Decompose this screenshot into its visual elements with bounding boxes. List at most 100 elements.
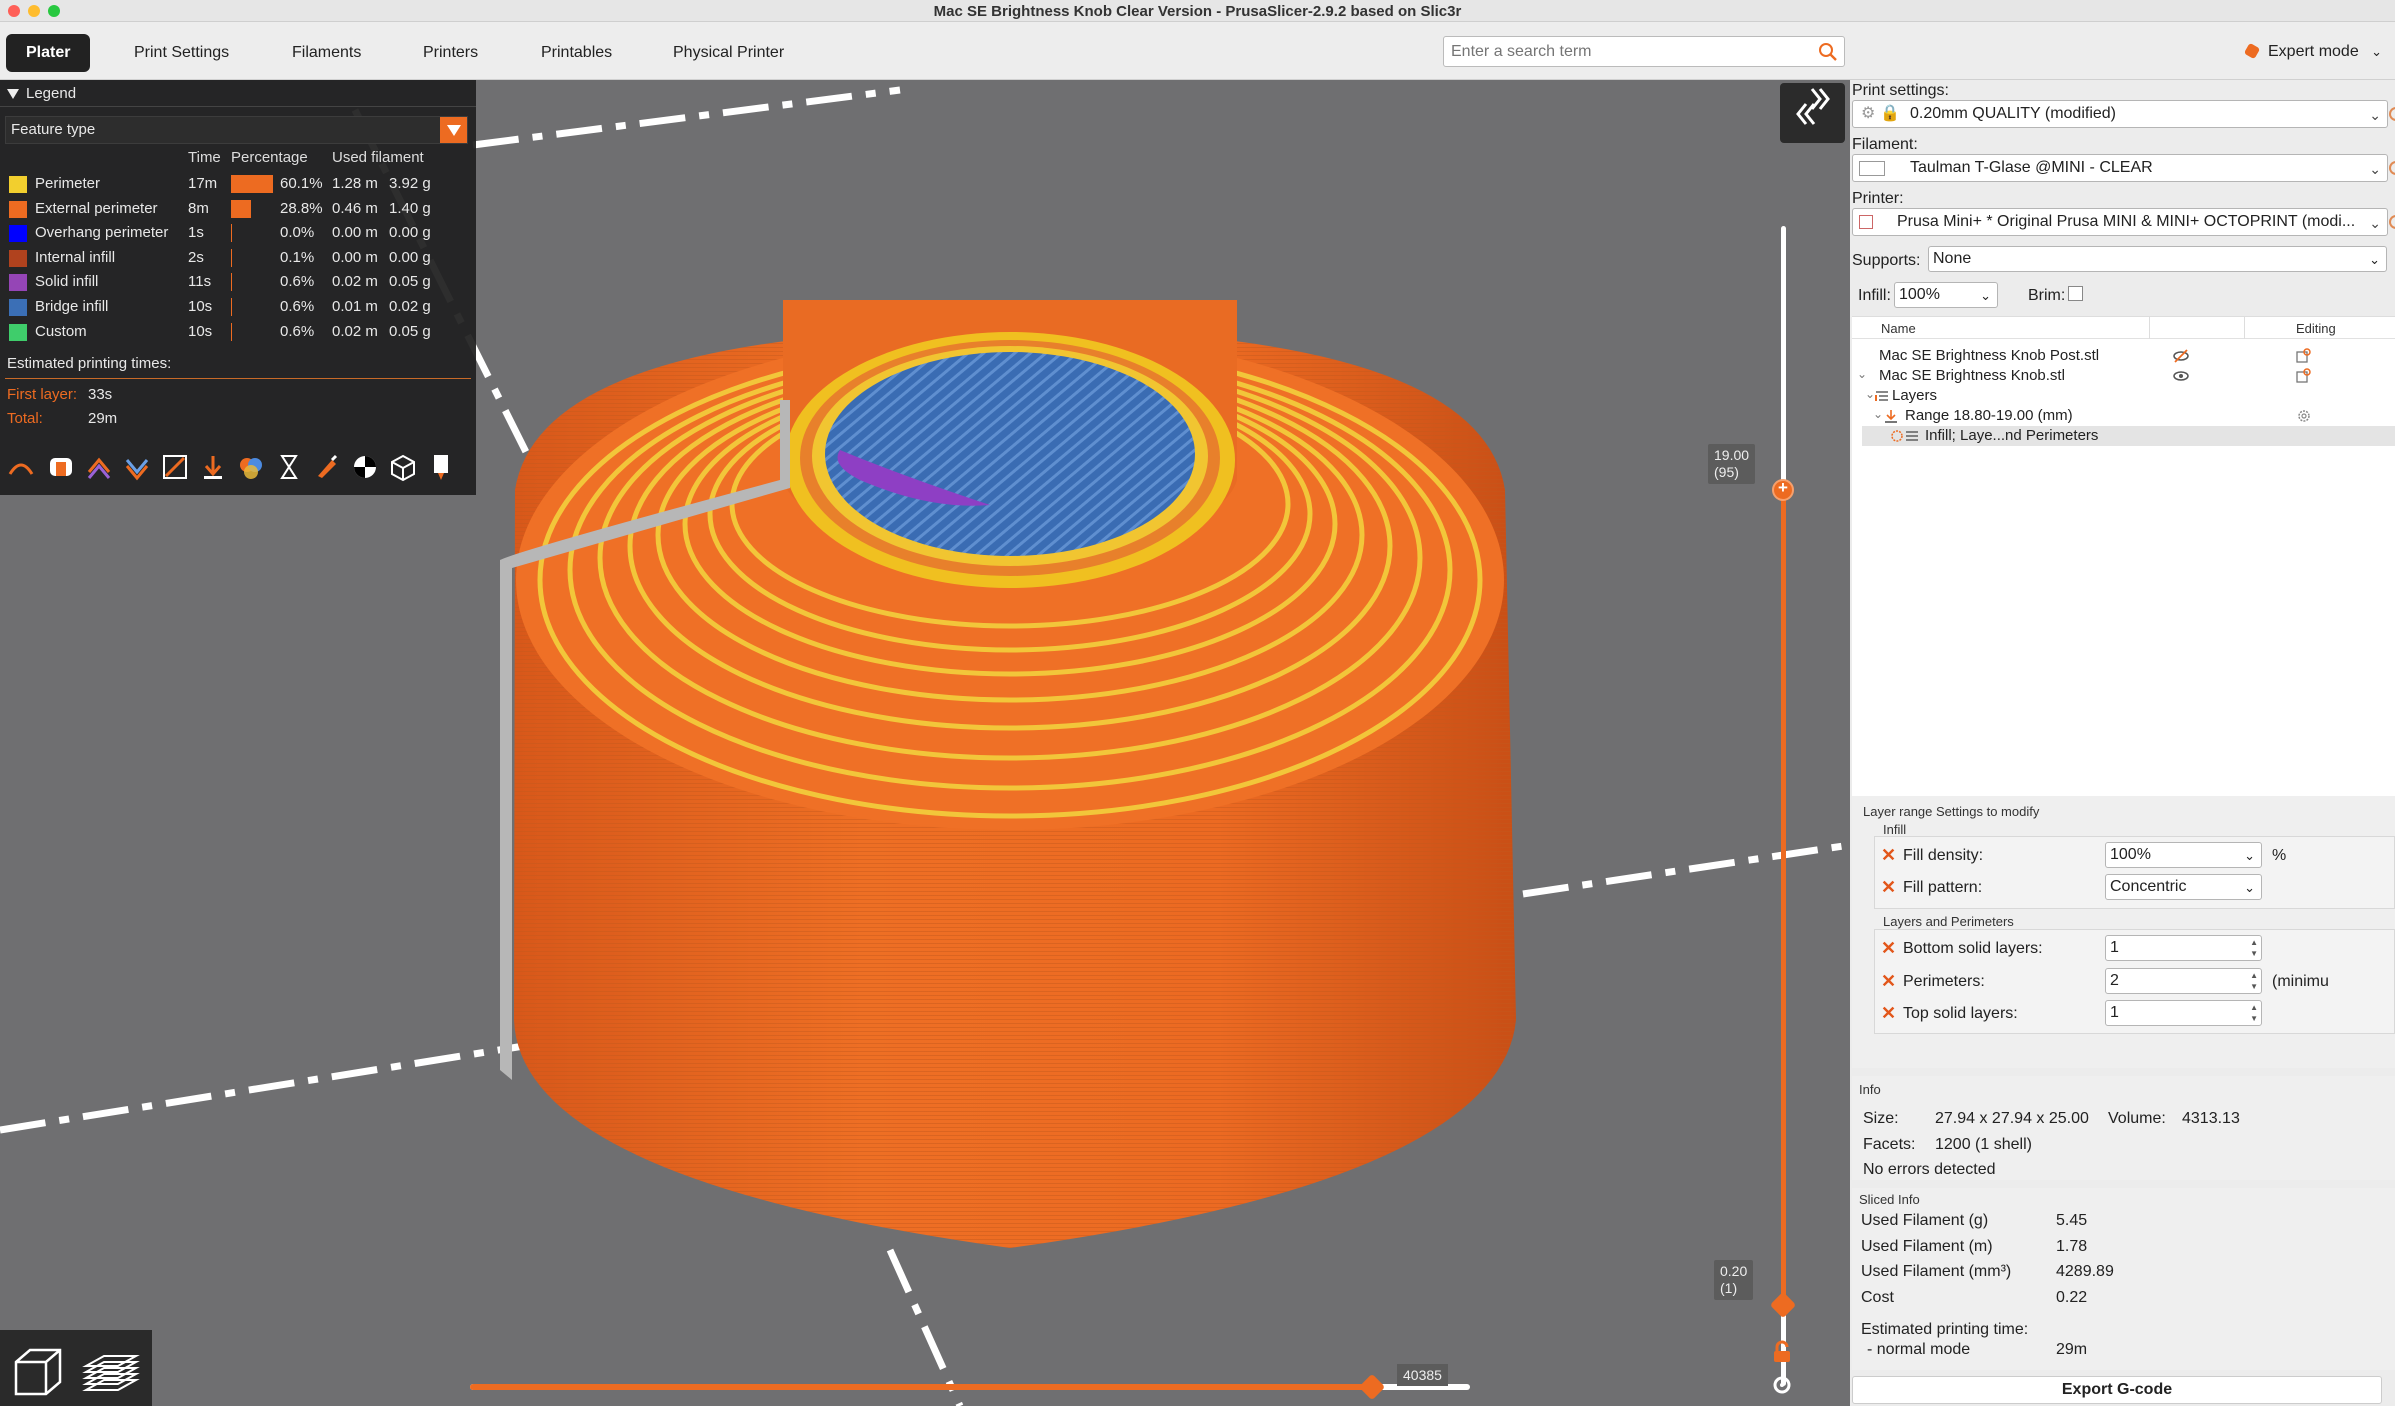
tab-printers[interactable]: Printers [403,34,498,72]
eye-hidden-icon[interactable] [2172,348,2190,364]
wipe-toggle-icon[interactable] [46,452,76,482]
view-type-dropdown[interactable]: Feature type [5,116,468,144]
chevron-down-icon: ⌄ [2244,848,2255,863]
fill-pattern-label: Fill pattern: [1903,879,1983,896]
object-item-knob[interactable]: Mac SE Brightness Knob.stl [1879,367,2065,384]
object-item-post[interactable]: Mac SE Brightness Knob Post.stl [1879,347,2099,364]
settings-item-infill-perimeters[interactable]: Infill; Laye...nd Perimeters [1925,427,2098,444]
deretractions-toggle-icon[interactable] [122,452,152,482]
settings-cog-icon[interactable] [1771,1374,1793,1396]
unlock-icon[interactable] [1771,1340,1793,1364]
tool-marker-toggle-icon[interactable] [426,452,456,482]
collapse-sidebar-button[interactable] [1780,83,1845,143]
export-gcode-button[interactable]: Export G-code [1852,1376,2382,1404]
bottom-solid-layers-input[interactable]: 1 ▲ ▼ [2105,935,2262,961]
remove-fill-density-icon[interactable]: ✕ [1881,846,1896,864]
estimated-times-title: Estimated printing times: [7,355,172,372]
mode-selector[interactable]: Expert mode ⌄ [2243,40,2383,64]
legend-header[interactable]: Legend [0,80,476,107]
infill-combo[interactable]: 100% ⌄ [1894,282,1998,308]
brim-checkbox[interactable] [2068,286,2083,301]
legend-row[interactable]: External perimeter 8m 28.8% 0.46 m 1.40 g [0,197,476,221]
legend-row[interactable]: Internal infill 2s 0.1% 0.00 m 0.00 g [0,246,476,270]
shells-toggle-icon[interactable] [388,452,418,482]
legend-row[interactable]: Custom 10s 0.6% 0.02 m 0.05 g [0,320,476,344]
upper-layer-height: 19.00 [1714,447,1750,463]
spin-arrows-icon[interactable]: ▲ ▼ [2250,937,2258,959]
print-settings-combo[interactable]: ⚙ 🔒 0.20mm QUALITY (modified) ⌄ [1852,100,2388,128]
preview-layers-icon[interactable] [82,1344,140,1400]
infill-group-title: Infill [1883,822,1907,837]
legend-row[interactable]: Overhang perimeter 1s 0.0% 0.00 m 0.00 g [0,221,476,245]
seams-toggle-icon[interactable] [160,452,190,482]
col-divider [2244,317,2245,339]
retractions-toggle-icon[interactable] [84,452,114,482]
filament-color-swatch[interactable] [1859,161,1885,176]
travel-toggle-icon[interactable] [6,452,36,482]
layers-perimeters-group-title: Layers and Perimeters [1883,914,2014,929]
perimeters-label: Perimeters: [1903,973,1985,990]
legend-percentage: 0.0% [280,224,315,242]
remove-fill-pattern-icon[interactable]: ✕ [1881,878,1896,896]
col-editing-header[interactable]: Editing [2296,321,2336,336]
tab-plater[interactable]: Plater [6,34,91,72]
color-changes-toggle-icon[interactable] [236,452,266,482]
search-input[interactable] [1444,37,1804,66]
eye-icon[interactable] [2172,368,2190,384]
layer-slider-upper-thumb[interactable] [1772,478,1794,501]
pause-prints-toggle-icon[interactable] [274,452,304,482]
remove-bottom-solid-icon[interactable]: ✕ [1881,939,1896,957]
legend-panel: Legend Feature type Time Percentage Used… [0,80,476,495]
tab-physical-printer[interactable]: Physical Printer [653,34,804,72]
fill-pattern-combo[interactable]: Concentric ⌄ [2105,874,2262,900]
range-item[interactable]: Range 18.80-19.00 (mm) [1905,407,2073,424]
layer-range-icon [1885,410,1897,423]
tab-filaments[interactable]: Filaments [272,34,381,72]
remove-top-solid-icon[interactable]: ✕ [1881,1004,1896,1022]
search-icon[interactable] [1818,42,1838,67]
top-solid-infill [825,352,1195,556]
tab-print-settings[interactable]: Print Settings [114,34,249,72]
first-layer-value: 33s [88,386,113,403]
layers-item[interactable]: Layers [1892,387,1937,404]
spin-arrows-icon[interactable]: ▲ ▼ [2250,1002,2258,1024]
info-title: Info [1859,1082,1881,1097]
supports-value: None [1933,250,1972,267]
chevron-down-icon: ⌄ [2369,161,2381,177]
tool-changes-toggle-icon[interactable] [198,452,228,482]
normal-mode-value: 29m [2056,1341,2088,1358]
edit-object-icon[interactable] [2295,348,2311,364]
remove-perimeters-icon[interactable]: ✕ [1881,972,1896,990]
tab-printables[interactable]: Printables [521,34,632,72]
legend-row[interactable]: Perimeter 17m 60.1% 1.28 m 3.92 g [0,172,476,196]
legend-percentage: 0.6% [280,273,315,291]
spin-arrows-icon[interactable]: ▲ ▼ [2250,970,2258,992]
preview-viewport[interactable]: Legend Feature type Time Percentage Used… [0,80,1850,1406]
center-of-gravity-toggle-icon[interactable] [350,452,380,482]
legend-meters: 0.46 m [332,199,378,217]
legend-row[interactable]: Solid infill 11s 0.6% 0.02 m 0.05 g [0,270,476,294]
gear-icon[interactable] [2297,409,2311,423]
expand-chevron-icon[interactable]: ⌄ [1873,407,1883,421]
fill-density-combo[interactable]: 100% ⌄ [2105,842,2262,868]
col-name-header[interactable]: Name [1881,321,1916,336]
dropdown-arrow-icon[interactable] [440,117,467,143]
supports-combo[interactable]: None ⌄ [1928,246,2387,272]
chevron-down-icon: ⌄ [2371,44,2383,59]
perimeters-input[interactable]: 2 ▲ ▼ [2105,968,2262,994]
legend-row[interactable]: Bridge infill 10s 0.6% 0.01 m 0.02 g [0,295,476,319]
3d-view-icon[interactable] [10,1344,66,1400]
legend-grams: 0.05 g [389,273,431,291]
filament-label: Filament: [1852,136,1918,153]
edit-object-icon[interactable] [2295,368,2311,384]
filament-combo[interactable]: Taulman T-Glase @MINI - CLEAR ⌄ [1852,154,2388,182]
top-solid-layers-input[interactable]: 1 ▲ ▼ [2105,1000,2262,1026]
moves-slider-range [470,1384,1372,1390]
printer-combo[interactable]: Prusa Mini+ * Original Prusa MINI & MINI… [1852,208,2388,236]
custom-gcodes-toggle-icon[interactable] [312,452,342,482]
edge-indicator-icon [2389,107,2395,121]
expert-mode-icon [2243,42,2261,60]
bottom-solid-layers-value: 1 [2110,939,2119,956]
view-type-value: Feature type [11,121,96,138]
expand-chevron-icon[interactable]: ⌄ [1857,367,1867,381]
